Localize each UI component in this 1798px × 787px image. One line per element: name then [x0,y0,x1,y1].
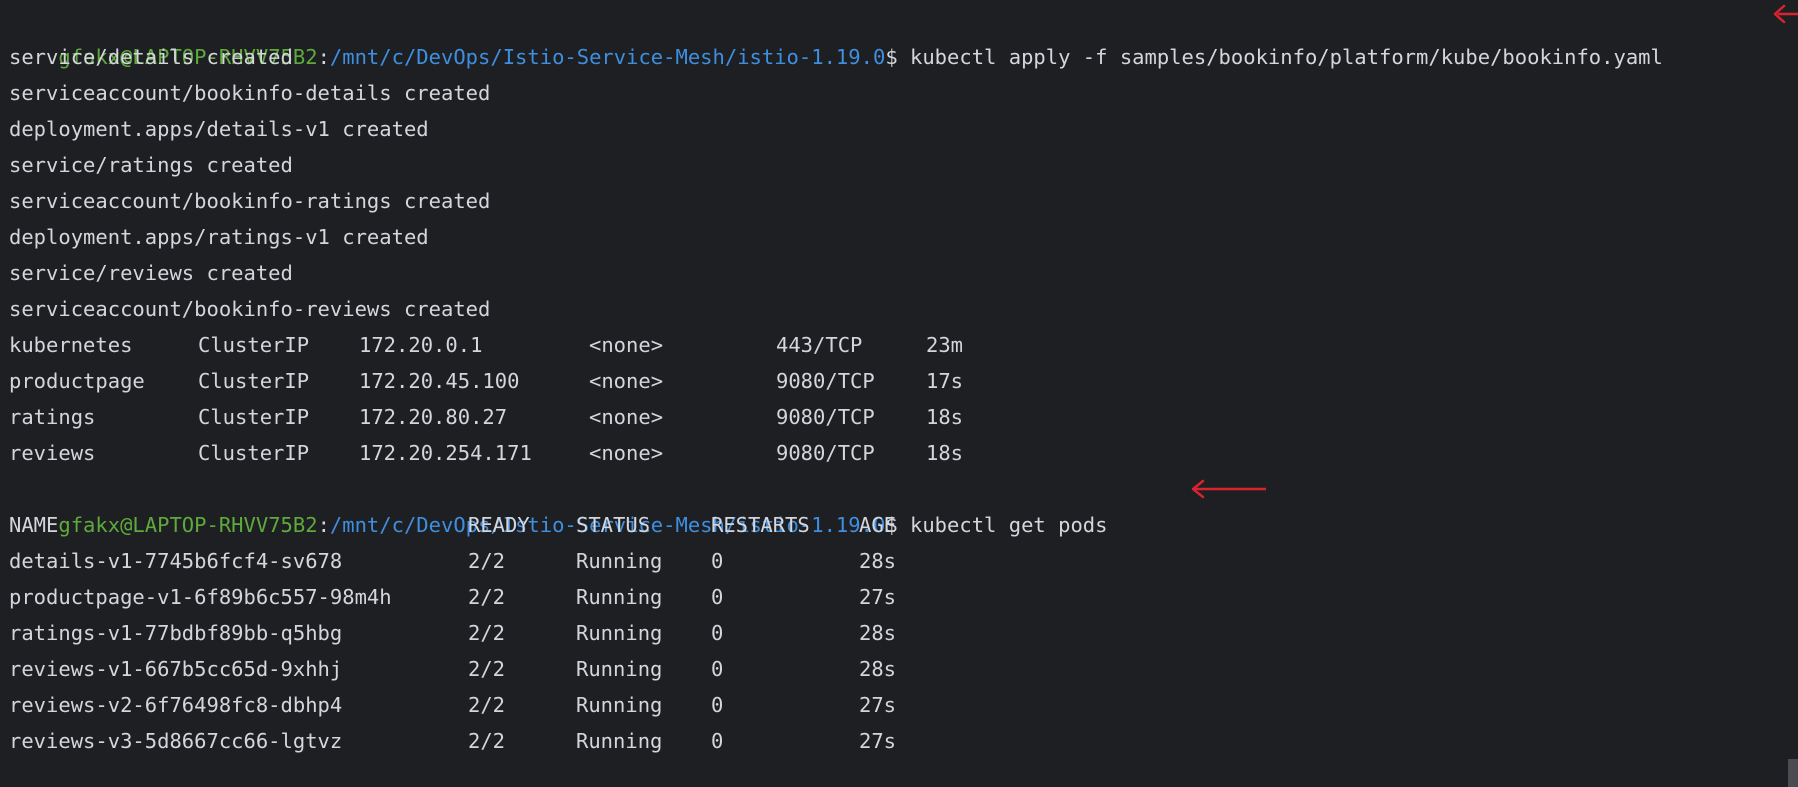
left-arrow-icon [1191,479,1266,499]
terminal-window[interactable]: gfakx@LAPTOP-RHVV75B2:/mnt/c/DevOps/Isti… [0,0,1798,787]
pods-table: NAME READY STATUS RESTARTS AGE details-v1-77… [9,507,1798,759]
service-external-ip: <none> [589,405,664,429]
column-header: NAME [9,513,59,537]
service-cluster-ip: 172.20.45.100 [359,369,520,393]
service-name: kubernetes [9,333,133,357]
prompt-line-get-pods: gfakx@LAPTOP-RHVV75B2:/mnt/c/DevOps/Isti… [9,471,1798,537]
pod-row: reviews-v1-667b5cc65d-9xhhj 2/2 Running 0 28… [9,651,1798,687]
service-external-ip: <none> [589,333,664,357]
service-row: kubernetes ClusterIP 172.20.0.1 <none> 443/T… [9,327,1798,363]
prompt-line-active[interactable]: gfakx@LAPTOP-RHVV75B2:/mnt/c/DevOps/Isti… [9,759,1798,787]
service-cluster-ip: 172.20.80.27 [359,405,508,429]
pod-restarts: 0 [711,549,724,573]
pod-status: Running [576,585,663,609]
pod-row: reviews-v2-6f76498fc8-dbhp4 2/2 Running 0 27… [9,687,1798,723]
pod-name: reviews-v2-6f76498fc8-dbhp4 [9,693,343,717]
pod-row: productpage-v1-6f89b6c557-98m4h 2/2 Runnin… [9,579,1798,615]
pod-age: 28s [859,549,897,573]
services-table: kubernetes ClusterIP 172.20.0.1 <none> 443/T… [9,327,1798,471]
output-line: deployment.apps/ratings-v1 created [9,225,429,249]
pod-row: ratings-v1-77bdbf89bb-q5hbg 2/2 Running 0 28… [9,615,1798,651]
output-line: serviceaccount/bookinfo-details created [9,81,491,105]
service-type: ClusterIP [198,441,310,465]
service-cluster-ip: 172.20.0.1 [359,333,483,357]
service-name: reviews [9,441,96,465]
pod-ready: 2/2 [468,729,506,753]
service-type: ClusterIP [198,405,310,429]
service-age: 23m [926,333,964,357]
service-ports: 9080/TCP [776,405,875,429]
column-header: RESTARTS [711,513,810,537]
pod-restarts: 0 [711,657,724,681]
service-age: 17s [926,369,964,393]
pod-name: reviews-v1-667b5cc65d-9xhhj [9,657,343,681]
service-ports: 9080/TCP [776,369,875,393]
service-type: ClusterIP [198,369,310,393]
pod-row: details-v1-7745b6fcf4-sv678 2/2 Running 0 28… [9,543,1798,579]
service-name: productpage [9,369,145,393]
service-cluster-ip: 172.20.254.171 [359,441,532,465]
output-line: service/ratings created [9,153,293,177]
pod-ready: 2/2 [468,585,506,609]
service-external-ip: <none> [589,369,664,393]
output-line: serviceaccount/bookinfo-reviews created [9,297,491,321]
pod-status: Running [576,621,663,645]
pod-row: reviews-v3-5d8667cc66-lgtvz 2/2 Running 0 27… [9,723,1798,759]
pod-status: Running [576,693,663,717]
service-type: ClusterIP [198,333,310,357]
service-age: 18s [926,405,964,429]
pod-name: reviews-v3-5d8667cc66-lgtvz [9,729,343,753]
pod-restarts: 0 [711,693,724,717]
pod-ready: 2/2 [468,657,506,681]
service-ports: 443/TCP [776,333,863,357]
service-row: productpage ClusterIP 172.20.45.100 <none> 9… [9,363,1798,399]
pod-status: Running [576,657,663,681]
pod-ready: 2/2 [468,549,506,573]
output-line: serviceaccount/bookinfo-ratings created [9,189,491,213]
pod-name: details-v1-7745b6fcf4-sv678 [9,549,343,573]
scrollbar-thumb[interactable] [1788,759,1798,787]
pod-status: Running [576,549,663,573]
pod-name: productpage-v1-6f89b6c557-98m4h [9,585,392,609]
column-header: STATUS [576,513,651,537]
service-age: 18s [926,441,964,465]
service-name: ratings [9,405,96,429]
pod-ready: 2/2 [468,621,506,645]
left-arrow-icon [1773,4,1798,24]
output-line: deployment.apps/details-v1 created [9,117,429,141]
pod-age: 27s [859,693,897,717]
pod-age: 27s [859,729,897,753]
pod-age: 28s [859,621,897,645]
service-external-ip: <none> [589,441,664,465]
pod-restarts: 0 [711,729,724,753]
output-line: service/details created [9,45,293,69]
service-ports: 9080/TCP [776,441,875,465]
output-line: service/reviews created [9,261,293,285]
column-header: AGE [859,513,897,537]
pod-restarts: 0 [711,585,724,609]
pod-age: 27s [859,585,897,609]
service-row: ratings ClusterIP 172.20.80.27 <none> 9080/T… [9,399,1798,435]
pod-status: Running [576,729,663,753]
pods-table-header: NAME READY STATUS RESTARTS AGE [9,507,1798,543]
column-header: READY [468,513,530,537]
pod-restarts: 0 [711,621,724,645]
apply-output: service/details created serviceaccount/b… [9,39,1798,327]
pod-name: ratings-v1-77bdbf89bb-q5hbg [9,621,343,645]
service-row: reviews ClusterIP 172.20.254.171 <none> 9080… [9,435,1798,471]
prompt-line-apply: gfakx@LAPTOP-RHVV75B2:/mnt/c/DevOps/Isti… [9,3,1798,69]
pod-ready: 2/2 [468,693,506,717]
pod-age: 28s [859,657,897,681]
